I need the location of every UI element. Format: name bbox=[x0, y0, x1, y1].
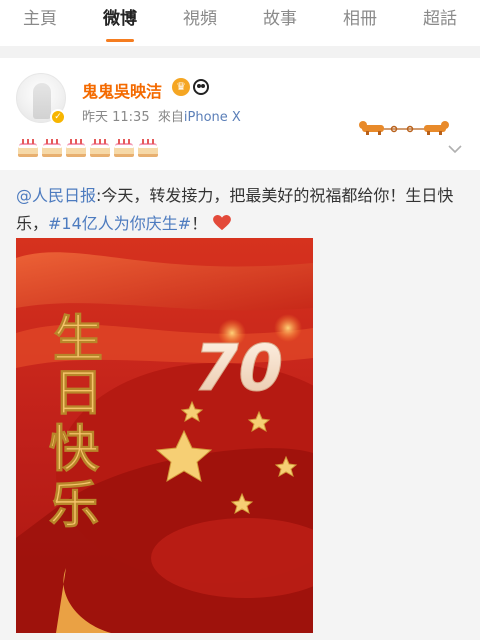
birthday-poster-image[interactable]: 70 生 日 快 乐 bbox=[16, 238, 313, 633]
post-meta: 昨天 11:35 來自iPhone X bbox=[82, 106, 241, 125]
forward-suffix: ！ bbox=[191, 214, 208, 233]
post-source[interactable]: iPhone X bbox=[184, 110, 241, 125]
dog-card-decoration-icon bbox=[359, 121, 449, 135]
heart-emoji-icon bbox=[213, 215, 232, 231]
source-prefix: 來自 bbox=[157, 110, 184, 125]
panda-emoji-icon bbox=[193, 79, 209, 95]
birthday-cake-icon bbox=[66, 138, 86, 158]
forwarded-post[interactable]: @人民日报:今天，转发接力，把最美好的祝福都给你！生日快乐，#14亿人为你庆生#… bbox=[0, 170, 480, 640]
birthday-cake-icon bbox=[90, 138, 110, 158]
tab-weibo[interactable]: 微博 bbox=[80, 0, 160, 46]
emoji-row bbox=[18, 138, 158, 158]
mention-link[interactable]: @人民日报 bbox=[16, 186, 96, 205]
forwarded-text: @人民日报:今天，转发接力，把最美好的祝福都给你！生日快乐，#14亿人为你庆生#… bbox=[16, 182, 464, 238]
hashtag-link[interactable]: #14亿人为你庆生# bbox=[48, 214, 191, 233]
crown-badge-icon: ♛ bbox=[172, 78, 190, 96]
birthday-cake-icon bbox=[42, 138, 62, 158]
verified-badge-icon: ✓ bbox=[50, 109, 66, 125]
tab-albums[interactable]: 相冊 bbox=[320, 0, 400, 46]
author-name[interactable]: 鬼鬼吳映洁 bbox=[82, 78, 162, 102]
poster-char-1: 生 bbox=[53, 309, 103, 368]
tab-stories[interactable]: 故事 bbox=[240, 0, 320, 46]
chevron-down-icon[interactable] bbox=[448, 144, 462, 154]
poster-char-4: 乐 bbox=[49, 475, 99, 534]
section-divider bbox=[0, 46, 480, 58]
tab-videos[interactable]: 視頻 bbox=[160, 0, 240, 46]
birthday-cake-icon bbox=[18, 138, 38, 158]
birthday-cake-icon bbox=[114, 138, 134, 158]
poster-char-3: 快 bbox=[49, 419, 100, 478]
tab-bar: 主頁 微博 視頻 故事 相冊 超話 bbox=[0, 0, 480, 46]
poster-number: 70 bbox=[194, 332, 283, 406]
post-time: 昨天 11:35 bbox=[82, 110, 150, 125]
tab-home[interactable]: 主頁 bbox=[0, 0, 80, 46]
birthday-cake-icon bbox=[138, 138, 158, 158]
poster-char-2: 日 bbox=[53, 363, 103, 422]
tab-supertopic[interactable]: 超話 bbox=[400, 0, 480, 46]
